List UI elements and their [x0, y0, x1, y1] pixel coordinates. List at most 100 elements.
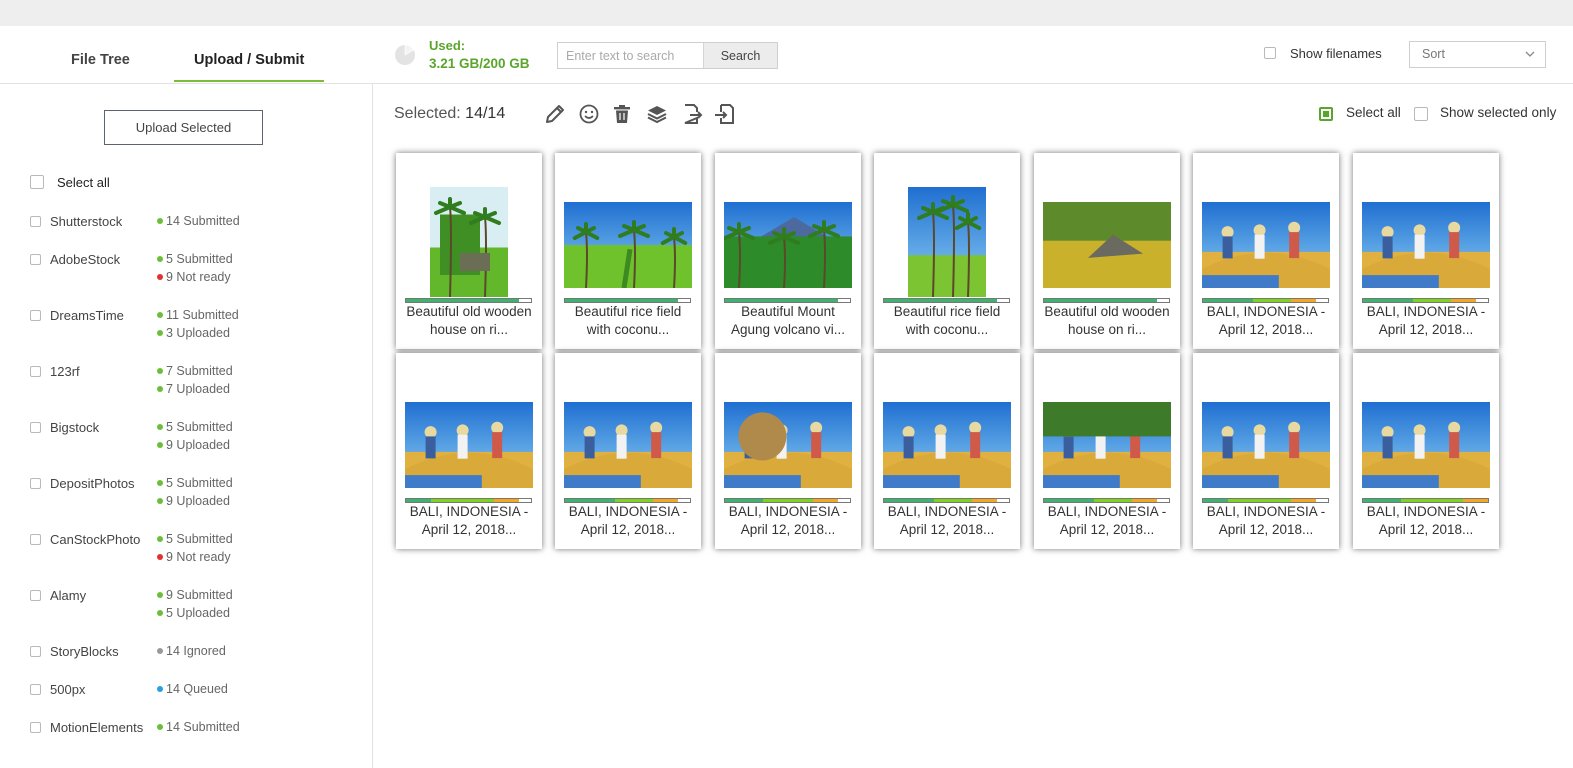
- select-all-checkbox[interactable]: [1319, 107, 1333, 121]
- show-filenames-checkbox[interactable]: [1264, 47, 1276, 59]
- progress-segment: [1203, 299, 1253, 302]
- import-button[interactable]: [714, 103, 736, 125]
- agency-row: DreamsTime 11 Submitted 3 Uploaded: [0, 306, 373, 346]
- status-text: 5 Uploaded: [166, 606, 230, 620]
- caption-line-2: April 12, 2018...: [1059, 522, 1155, 537]
- status-dot: [157, 592, 163, 598]
- image-card[interactable]: Beautiful old wooden house on ri...: [1034, 153, 1180, 349]
- agency-row: Shutterstock 14 Submitted: [0, 212, 373, 252]
- image-card[interactable]: Beautiful Mount Agung volcano vi...: [715, 153, 861, 349]
- agency-checkbox[interactable]: [30, 366, 41, 377]
- agency-name: AdobeStock: [50, 252, 121, 267]
- image-card[interactable]: Beautiful old wooden house on ri...: [396, 153, 542, 349]
- agency-name: CanStockPhoto: [50, 532, 141, 547]
- status-dot: [157, 330, 163, 336]
- agency-checkbox[interactable]: [30, 216, 41, 227]
- active-tab-indicator: [174, 80, 324, 82]
- status-dot: [157, 648, 163, 654]
- agency-checkbox[interactable]: [30, 684, 41, 695]
- image-thumbnail: [724, 202, 852, 288]
- caption-line-1: BALI, INDONESIA -: [1366, 304, 1486, 319]
- image-card[interactable]: BALI, INDONESIA - April 12, 2018...: [1034, 353, 1180, 549]
- image-card[interactable]: BALI, INDONESIA - April 12, 2018...: [874, 353, 1020, 549]
- agency-checkbox[interactable]: [30, 254, 41, 265]
- face-button[interactable]: [578, 103, 600, 125]
- image-thumbnail: [405, 402, 533, 488]
- status-text: 3 Uploaded: [166, 326, 230, 340]
- caption-line-2: April 12, 2018...: [1378, 522, 1474, 537]
- upload-selected-button[interactable]: Upload Selected: [104, 110, 263, 145]
- image-card[interactable]: Beautiful rice field with coconu...: [874, 153, 1020, 349]
- agency-checkbox[interactable]: [30, 534, 41, 545]
- image-card[interactable]: BALI, INDONESIA - April 12, 2018...: [1193, 353, 1339, 549]
- sort-dropdown[interactable]: Sort: [1409, 41, 1546, 68]
- status-text: 5 Submitted: [166, 420, 233, 434]
- agency-status: 5 Submitted: [157, 476, 233, 490]
- agency-status: 9 Uploaded: [157, 494, 230, 508]
- progress-segment: [1290, 499, 1316, 502]
- image-card[interactable]: BALI, INDONESIA - April 12, 2018...: [715, 353, 861, 549]
- export-button[interactable]: [681, 103, 703, 125]
- caption-line-1: Beautiful Mount: [741, 304, 835, 319]
- storage-used-label: Used:: [429, 38, 466, 53]
- agency-name: DreamsTime: [50, 308, 124, 323]
- image-caption: BALI, INDONESIA - April 12, 2018...: [715, 503, 861, 539]
- search-input[interactable]: [558, 43, 703, 68]
- status-dot: [157, 536, 163, 542]
- status-dot: [157, 442, 163, 448]
- agency-row: StoryBlocks 14 Ignored: [0, 642, 373, 682]
- status-dot: [157, 386, 163, 392]
- progress-segment: [725, 499, 763, 502]
- header-bar: File Tree Upload / Submit Used: 3.21 GB/…: [0, 26, 1573, 84]
- agency-checkbox[interactable]: [30, 422, 41, 433]
- show-selected-only-checkbox[interactable]: [1414, 107, 1428, 121]
- edit-button[interactable]: [544, 103, 566, 125]
- agency-status: 5 Submitted: [157, 252, 233, 266]
- sort-label: Sort: [1422, 47, 1445, 61]
- image-thumbnail: [1362, 202, 1490, 288]
- agency-status: 9 Not ready: [157, 550, 231, 564]
- delete-button[interactable]: [611, 103, 633, 125]
- image-card[interactable]: BALI, INDONESIA - April 12, 2018...: [1353, 153, 1499, 349]
- sidebar-select-all-checkbox[interactable]: [30, 175, 44, 189]
- selected-label: Selected:: [394, 105, 461, 122]
- status-text: 5 Submitted: [166, 252, 233, 266]
- agency-row: DepositPhotos 5 Submitted 9 Uploaded: [0, 474, 373, 514]
- image-caption: Beautiful old wooden house on ri...: [396, 303, 542, 339]
- progress-segment: [971, 499, 997, 502]
- tab-upload-submit[interactable]: Upload / Submit: [194, 52, 304, 68]
- image-card[interactable]: BALI, INDONESIA - April 12, 2018...: [396, 353, 542, 549]
- caption-line-2: with coconu...: [905, 322, 989, 337]
- image-card[interactable]: Beautiful rice field with coconu...: [555, 153, 701, 349]
- caption-line-1: BALI, INDONESIA -: [887, 504, 1007, 519]
- image-card[interactable]: BALI, INDONESIA - April 12, 2018...: [555, 353, 701, 549]
- image-card[interactable]: BALI, INDONESIA - April 12, 2018...: [1193, 153, 1339, 349]
- group-button[interactable]: [646, 103, 668, 125]
- agency-name: StoryBlocks: [50, 644, 119, 659]
- image-thumbnail: [1362, 402, 1490, 488]
- agency-checkbox[interactable]: [30, 590, 41, 601]
- image-thumbnail: [1043, 402, 1171, 488]
- agency-status: 9 Submitted: [157, 588, 233, 602]
- storage-used-value: 3.21 GB/200 GB: [429, 56, 530, 71]
- agency-checkbox[interactable]: [30, 310, 41, 321]
- agency-checkbox[interactable]: [30, 722, 41, 733]
- caption-line-2: April 12, 2018...: [580, 522, 676, 537]
- tab-file-tree[interactable]: File Tree: [71, 52, 130, 68]
- image-card[interactable]: BALI, INDONESIA - April 12, 2018...: [1353, 353, 1499, 549]
- status-dot: [157, 274, 163, 280]
- layers-icon: [647, 106, 667, 124]
- agency-checkbox[interactable]: [30, 646, 41, 657]
- progress-segment: [1044, 499, 1094, 502]
- agency-checkbox[interactable]: [30, 478, 41, 489]
- agency-status: 14 Ignored: [157, 644, 226, 658]
- status-text: 5 Submitted: [166, 476, 233, 490]
- progress-segment: [884, 499, 934, 502]
- search-button[interactable]: Search: [703, 43, 777, 68]
- progress-segment: [725, 299, 838, 302]
- status-dot: [157, 610, 163, 616]
- agency-row: Bigstock 5 Submitted 9 Uploaded: [0, 418, 373, 458]
- caption-line-2: April 12, 2018...: [1378, 322, 1474, 337]
- agency-name: Shutterstock: [50, 214, 123, 229]
- progress-segment: [762, 499, 813, 502]
